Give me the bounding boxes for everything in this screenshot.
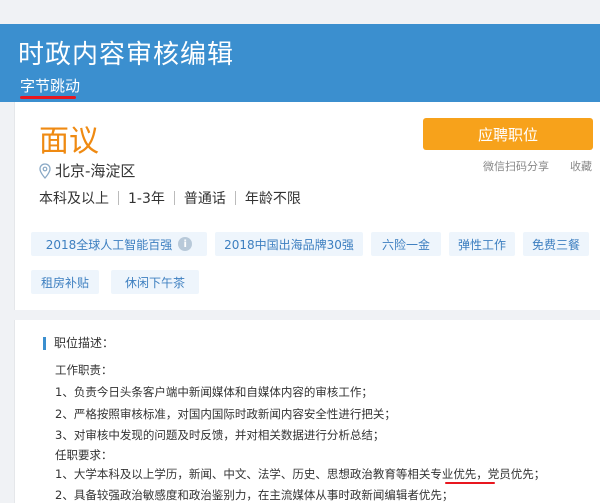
location-text: 北京-海淀区 [55, 162, 136, 180]
req-divider [234, 191, 236, 205]
req-divider [118, 191, 119, 205]
desc-line: 2、严格按照审核标准，对国内国际时政新闻内容安全性进行把关； [55, 407, 396, 421]
tag-free-meals: 免费三餐 [523, 232, 589, 256]
desc-line: 任职要求： [55, 448, 113, 462]
collect-link[interactable]: 收藏 [570, 158, 592, 174]
description-heading: 职位描述： [43, 337, 114, 350]
job-description-card: 职位描述： 工作职责： 1、负责今日头条客户端中新闻媒体和自媒体内容的审核工作；… [14, 320, 600, 503]
req-language: 普通话 [183, 191, 226, 207]
req-divider [173, 191, 175, 205]
tag-label: 2018全球人工智能百强 [45, 237, 173, 252]
company-highlight-underline [20, 96, 76, 99]
req-experience: 1-3年 [128, 191, 165, 207]
party-member-highlight-underline [445, 482, 495, 484]
job-title: 时政内容审核编辑 [18, 40, 235, 70]
tag-rent-subsidy: 租房补贴 [31, 270, 99, 294]
info-icon[interactable]: i [178, 237, 193, 251]
tag-afternoon-tea: 休闲下午茶 [111, 270, 199, 294]
desc-line: 2、具备较强政治敏感度和政治鉴别力，在主流媒体从事时政新闻编辑者优先； [55, 488, 454, 502]
apply-button[interactable]: 应聘职位 [423, 118, 593, 150]
requirements-row: 本科及以上 1-3年 普通话 年龄不限 [39, 188, 301, 208]
wechat-share-link[interactable]: 微信扫码分享 [483, 158, 549, 174]
company-name-link[interactable]: 字节跳动 [20, 75, 80, 96]
location: 北京-海淀区 [39, 160, 135, 181]
tag-overseas-brand: 2018中国出海品牌30强 [215, 232, 363, 256]
desc-line: 1、大学本科及以上学历，新闻、中文、法学、历史、思想政治教育等相关专业优先，党员… [55, 467, 546, 481]
salary-text: 面议 [39, 124, 99, 159]
tag-ai-top100: 2018全球人工智能百强 i [31, 232, 207, 256]
location-pin-icon [39, 162, 51, 179]
job-summary-card: 面议 应聘职位 微信扫码分享 收藏 北京-海淀区 本科及以上 1-3年 普通话 … [14, 102, 600, 310]
req-education: 本科及以上 [39, 191, 109, 207]
req-age: 年龄不限 [244, 191, 301, 207]
tag-flexible-work: 弹性工作 [449, 232, 515, 256]
tag-insurance: 六险一金 [371, 232, 441, 256]
desc-line: 3、对审核中发现的问题及时反馈，并对相关数据进行分析总结； [55, 428, 385, 442]
desc-line: 工作职责： [55, 363, 113, 377]
job-header: 时政内容审核编辑 字节跳动 [0, 24, 600, 102]
desc-line: 1、负责今日头条客户端中新闻媒体和自媒体内容的审核工作； [55, 385, 373, 399]
